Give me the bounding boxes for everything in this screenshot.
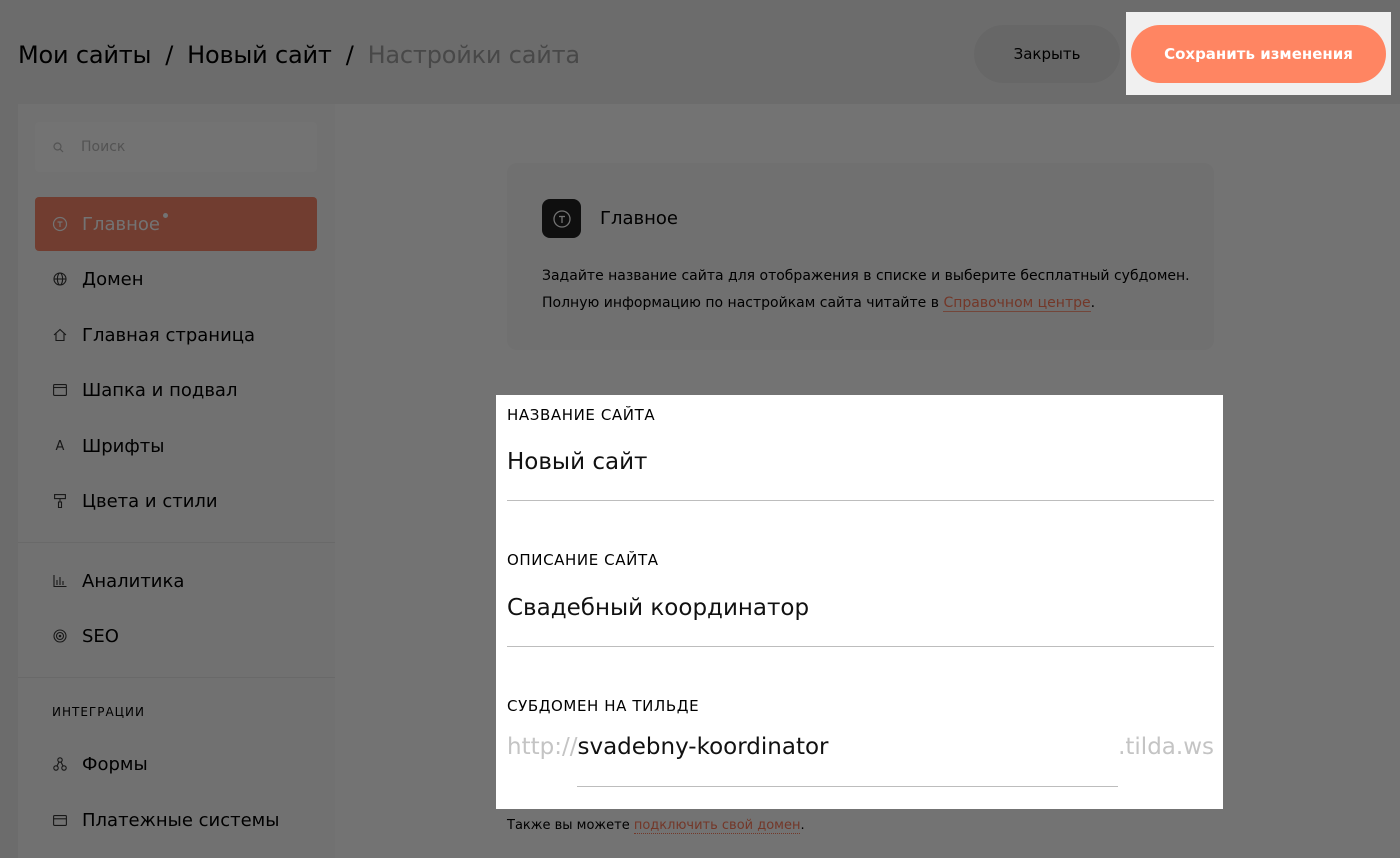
font-icon: A [55, 438, 65, 454]
card-icon [52, 812, 68, 828]
target-icon [52, 628, 68, 644]
section-label-integrations: ИНТЕГРАЦИИ [52, 705, 145, 719]
sidebar-item-label: Платежные системы [82, 809, 280, 831]
search-icon [53, 140, 67, 154]
info-card-text: Задайте название сайта для отображения в… [542, 263, 1202, 317]
layout-icon [52, 382, 68, 398]
site-name-value: Новый сайт [507, 449, 648, 475]
save-changes-button[interactable]: Сохранить изменения [1131, 25, 1386, 83]
breadcrumb: Мои сайты / Новый сайт / Настройки сайта [18, 38, 580, 72]
dim-overlay [1126, 0, 1391, 12]
connect-domain-link[interactable]: подключить свой домен [633, 818, 801, 834]
connect-domain-note: Также вы можете подключить свой домен. [507, 818, 805, 834]
sidebar-item-label: Главное [82, 213, 160, 235]
sidebar-item-payment-systems[interactable]: Платежные системы [35, 793, 317, 847]
info-card: Главное Задайте название сайта для отобр… [507, 163, 1214, 350]
unsaved-dot [162, 212, 168, 218]
info-card-tail: . [1090, 295, 1096, 311]
tilda-logo-icon [542, 199, 581, 238]
dim-overlay [1391, 0, 1400, 95]
sidebar-item-seo[interactable]: SEO [35, 609, 317, 663]
subdomain-label: СУБДОМЕН НА ТИЛЬДЕ [507, 697, 700, 715]
footnote-text: Также вы можете [507, 818, 634, 833]
sidebar-item-label: Домен [82, 268, 144, 290]
sidebar-item-forms[interactable]: Формы [35, 737, 317, 791]
nodes-icon [52, 756, 68, 772]
breadcrumb-new-site[interactable]: Новый сайт [187, 41, 332, 69]
sidebar-item-analytics[interactable]: Аналитика [35, 554, 317, 608]
globe-icon [52, 271, 68, 287]
sidebar-item-label: Шрифты [82, 435, 165, 457]
site-name-input[interactable]: Новый сайт [507, 447, 1214, 501]
site-description-label: ОПИСАНИЕ САЙТА [507, 551, 659, 569]
sidebar-item-header-footer[interactable]: Шапка и подвал [35, 363, 317, 417]
site-settings-form: НАЗВАНИЕ САЙТА Новый сайт ОПИСАНИЕ САЙТА… [496, 395, 1223, 809]
close-button[interactable]: Закрыть [974, 25, 1120, 83]
sidebar-item-colors-styles[interactable]: Цвета и стили [35, 474, 317, 528]
sidebar-item-label: Формы [82, 753, 148, 775]
settings-panel: Поиск Главное Домен Главная страница Шап… [18, 104, 1400, 858]
tilda-logo-icon [52, 216, 68, 232]
site-name-label: НАЗВАНИЕ САЙТА [507, 406, 656, 424]
sidebar-item-label: SEO [82, 625, 119, 647]
footnote-tail: . [800, 818, 805, 833]
subdomain-field: http:// svadebny-koordinator .tilda.ws [507, 734, 1214, 788]
breadcrumb-separator: / [165, 41, 174, 69]
search-placeholder: Поиск [81, 139, 126, 155]
sidebar-item-fonts[interactable]: A Шрифты [35, 419, 317, 473]
sidebar-divider [18, 542, 335, 543]
sidebar-item-label: Шапка и подвал [82, 379, 238, 401]
help-center-link[interactable]: Справочном центре [943, 295, 1091, 312]
site-description-input[interactable]: Свадебный координатор [507, 593, 1214, 647]
sidebar: Поиск Главное Домен Главная страница Шап… [18, 104, 335, 858]
site-description-value: Свадебный координатор [507, 595, 810, 621]
search-input[interactable]: Поиск [35, 122, 317, 172]
breadcrumb-separator: / [345, 41, 354, 69]
sidebar-item-label: Цвета и стили [82, 490, 218, 512]
home-icon [52, 327, 68, 343]
paint-roller-icon [52, 493, 68, 509]
subdomain-input[interactable]: svadebny-koordinator [577, 734, 1119, 787]
subdomain-prefix: http:// [507, 734, 578, 760]
info-card-title: Главное [600, 208, 678, 229]
breadcrumb-my-sites[interactable]: Мои сайты [18, 41, 151, 69]
sidebar-item-label: Аналитика [82, 570, 185, 592]
sidebar-item-domain[interactable]: Домен [35, 252, 317, 306]
chart-icon [52, 573, 68, 589]
sidebar-item-homepage[interactable]: Главная страница [35, 308, 317, 362]
subdomain-suffix: .tilda.ws [1118, 734, 1214, 760]
sidebar-item-label: Главная страница [82, 324, 256, 346]
sidebar-item-main[interactable]: Главное [35, 197, 317, 251]
breadcrumb-current: Настройки сайта [367, 41, 581, 69]
sidebar-divider [18, 677, 335, 678]
